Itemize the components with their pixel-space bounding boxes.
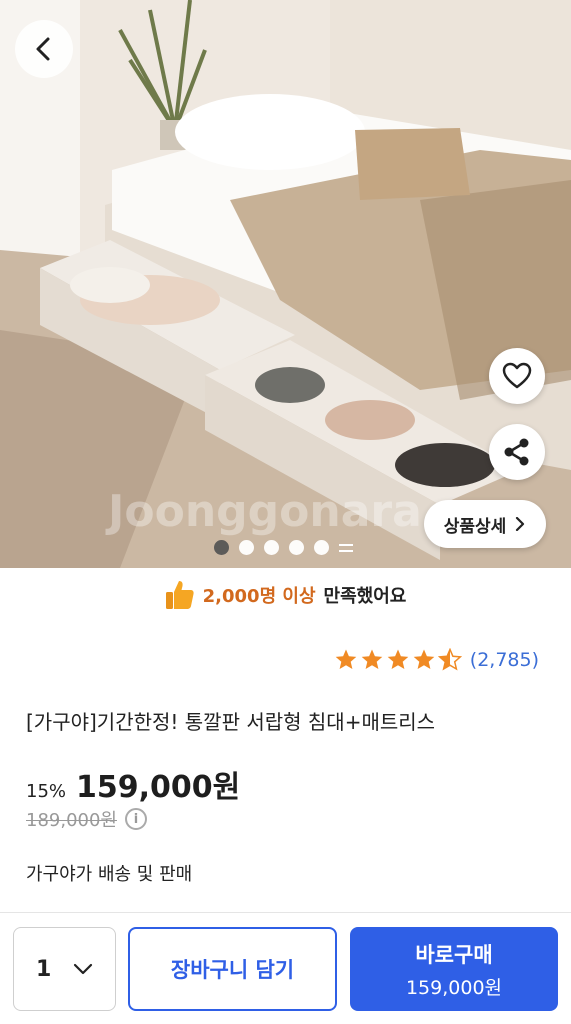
chevron-left-icon xyxy=(36,37,50,61)
star-full-icon xyxy=(335,649,357,669)
product-image-carousel[interactable]: Joonggonara 상품상세 xyxy=(0,0,571,568)
price-row: 15% 159,000원 xyxy=(26,762,240,806)
share-button[interactable] xyxy=(489,424,545,480)
rating-summary[interactable]: (2,785) xyxy=(334,648,539,672)
chevron-right-icon xyxy=(516,517,525,531)
review-count[interactable]: (2,785) xyxy=(470,649,539,671)
star-full-icon xyxy=(387,649,409,669)
purchase-bar: 1 장바구니 담기 바로구매 159,000원 xyxy=(0,912,571,1024)
carousel-more-icon[interactable] xyxy=(339,541,353,555)
add-to-cart-button[interactable]: 장바구니 담기 xyxy=(128,927,337,1011)
buy-now-label: 바로구매 xyxy=(415,942,493,967)
sale-price: 159,000원 xyxy=(76,770,241,805)
watermark: Joonggonara xyxy=(108,486,422,537)
carousel-dot[interactable] xyxy=(289,540,304,555)
thumbs-up-icon xyxy=(165,581,194,609)
chevron-down-icon xyxy=(73,963,93,975)
seller-info: 가구야가 배송 및 판매 xyxy=(26,864,193,885)
back-button[interactable] xyxy=(15,20,73,78)
share-icon xyxy=(504,438,529,466)
original-price-row: 189,000원 i xyxy=(26,806,147,832)
original-price: 189,000원 xyxy=(26,810,117,831)
product-photo xyxy=(0,0,571,568)
star-full-icon xyxy=(413,649,435,669)
carousel-dot[interactable] xyxy=(239,540,254,555)
product-title: [가구야]기간한정! 통깔판 서랍형 침대+매트리스 xyxy=(26,710,436,734)
product-detail-button[interactable]: 상품상세 xyxy=(424,500,546,548)
star-full-icon xyxy=(361,649,383,669)
info-icon[interactable]: i xyxy=(125,808,147,830)
quantity-select[interactable]: 1 xyxy=(13,927,116,1011)
product-detail-label: 상품상세 xyxy=(443,516,507,537)
carousel-dot[interactable] xyxy=(264,540,279,555)
star-half-icon xyxy=(437,648,462,671)
discount-rate: 15% xyxy=(26,781,67,802)
buy-now-button[interactable]: 바로구매 159,000원 xyxy=(350,927,558,1011)
carousel-indicator xyxy=(214,540,353,555)
satisfaction-highlight: 2,000명 이상 xyxy=(202,586,316,607)
quantity-value: 1 xyxy=(36,956,52,982)
satisfaction-text: 만족했어요 xyxy=(323,586,407,607)
satisfaction-banner: 2,000명 이상 만족했어요 xyxy=(0,574,571,616)
wishlist-button[interactable] xyxy=(489,348,545,404)
heart-icon xyxy=(502,362,532,389)
carousel-dot-active[interactable] xyxy=(214,540,229,555)
buy-now-price: 159,000원 xyxy=(405,976,503,999)
carousel-dot[interactable] xyxy=(314,540,329,555)
